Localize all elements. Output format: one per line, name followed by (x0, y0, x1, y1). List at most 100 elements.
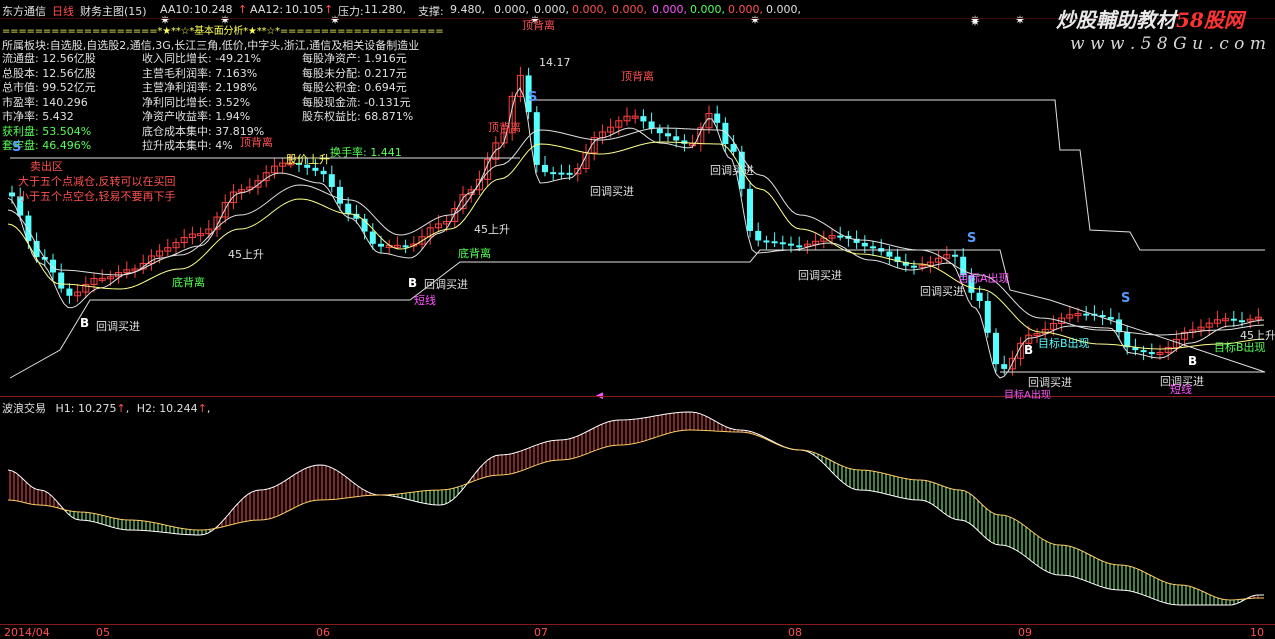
support-value-5: 0.000, (612, 3, 647, 16)
pullback-buy-2: 回调买进 (424, 278, 468, 291)
h1-arrow: ↑ (116, 402, 126, 415)
candle-body (837, 235, 844, 238)
candle-body (312, 167, 319, 171)
period-label[interactable]: 日线 (52, 3, 74, 19)
support-value-3: 0.000, (534, 3, 569, 16)
short-line-2: 短线 (1170, 383, 1192, 396)
advice-reduce: 大于五个点减仓,反转可以在买回 (18, 175, 176, 188)
fin-turnover: 换手率: 1.441 (330, 146, 402, 159)
sector-line: 所属板块:自选股,自选股2,通信,3G,长江三角,低价,中字头,浙江,通信及相关… (2, 39, 420, 52)
aa10-arrow: ↑ (238, 3, 248, 16)
watermark-url: w w w . 5 8 G u . c o m (1070, 34, 1266, 54)
candle-body (320, 170, 327, 175)
h2-label: H2: (136, 402, 156, 415)
watermark-title-b: 58股网 (1176, 8, 1244, 32)
ma-line-mid (7, 141, 1265, 350)
candle-body (870, 246, 876, 249)
candle-body (558, 172, 565, 175)
bottom-divergence-1: 底背离 (172, 276, 205, 289)
candle-body (66, 288, 73, 296)
signal-s-4: S (12, 140, 22, 155)
mark-sell-zone: 卖出区 (30, 160, 63, 173)
candle-body (9, 192, 15, 197)
xaxis-label-4: 08 (788, 626, 802, 639)
candle-body (984, 300, 991, 333)
pullback-buy-1: 回调买进 (96, 320, 140, 333)
fundamentals-col-1: 流通盘: 12.56亿股 总股本: 12.56亿股 总市值: 99.52亿元 市… (2, 52, 96, 154)
candle-body (665, 133, 671, 137)
candle-body (714, 113, 721, 123)
aa12-arrow: ↑ (324, 3, 334, 16)
support-value-4: 0.000, (572, 3, 607, 16)
candle-body (656, 128, 663, 134)
fin-undistributed: 每股未分配: 0.217元 (302, 66, 407, 80)
stock-name[interactable]: 东方通信 (2, 3, 46, 19)
support-value-9: 0.000, (766, 3, 801, 16)
fin-gross-margin: 主营毛利润率: 7.163% (142, 66, 258, 80)
candle-body (779, 242, 786, 245)
aa12-value: 10.105 (285, 3, 324, 16)
aa10-label: AA10: (160, 3, 194, 16)
signal-s-3: S (1121, 291, 1131, 306)
fin-reserve: 每股公积金: 0.694元 (302, 81, 407, 94)
indicator-name[interactable]: 财务主图(15) (80, 3, 147, 19)
target-a-1: 目标A出现 (958, 272, 1010, 285)
top-divergence-3: 顶背离 (488, 121, 521, 134)
h2-value: 10.244 (159, 402, 198, 415)
fin-net-margin: 主营净利润率: 2.198% (142, 81, 258, 94)
pullback-buy-3: 回调买进 (590, 185, 634, 198)
rise-45-1: 45上升 (228, 248, 264, 261)
signal-s-1: S (528, 90, 538, 105)
candle-body (788, 243, 794, 246)
candle-body (378, 243, 384, 247)
mark-stock-rise: 股价上升 (286, 153, 330, 166)
bottom-divergence-2: 底背离 (458, 247, 491, 260)
candle-body (796, 245, 803, 248)
aa12-label: AA12: (250, 3, 284, 16)
fin-cashflow: 每股现金流: -0.131元 (302, 95, 411, 109)
candle-body (542, 164, 548, 173)
candle-body (1124, 332, 1131, 348)
signal-s-2: S (967, 231, 977, 246)
candle-body (328, 174, 335, 187)
xaxis-label-0: 2014/04 (4, 626, 50, 639)
advice-empty: 小于五个点空仓,轻易不要再下手 (18, 190, 176, 203)
support-value-6: 0.000, (652, 3, 687, 16)
watermark-title-a: 炒股輔助教材 (1056, 8, 1176, 32)
support-value-7: 0.000, (690, 3, 725, 16)
target-b-1: 目标B出现 (1038, 337, 1090, 350)
h1-label: H1: (55, 402, 75, 415)
candle-body (1083, 313, 1090, 316)
target-a-2: 目标A出现 (1004, 390, 1051, 401)
candle-body (993, 332, 999, 365)
candle-body (976, 292, 983, 301)
candle-body (1140, 350, 1147, 353)
candle-body (1116, 319, 1122, 333)
candle-body (369, 231, 376, 244)
fin-float-shares: 流通盘: 12.56亿股 (2, 52, 96, 65)
xaxis-label-2: 06 (316, 626, 330, 639)
mark-top-fast: 顶背离 (240, 136, 273, 149)
indicator-panel-title: 波浪交易 H1: 10.275↑, H2: 10.244↑, (2, 402, 211, 415)
indicator-panel-name[interactable]: 波浪交易 (2, 402, 46, 415)
candle-body (566, 172, 573, 175)
main-panel-frame-bottom (0, 396, 1275, 397)
candle-body (747, 188, 753, 231)
xaxis-label-5: 09 (1018, 626, 1032, 639)
fin-pe: 市盈率: 140.296 (2, 95, 88, 109)
wave-line-h1 (7, 411, 1264, 606)
xaxis-label-1: 05 (96, 626, 110, 639)
fundamentals-banner: ===================*★**☆*基本面分析*★**☆*====… (2, 26, 444, 37)
fin-pb: 市净率: 5.432 (2, 110, 74, 123)
rise-45-2: 45上升 (474, 223, 510, 236)
price-high-label: 14.17 (539, 56, 571, 69)
xaxis-label-3: 07 (534, 626, 548, 639)
candle-body (755, 230, 762, 241)
candle-body (861, 242, 868, 247)
pressure-step-line (529, 99, 1265, 251)
support-label: 支撑: (418, 5, 444, 18)
pressure-label: 压力: (338, 5, 364, 18)
candle-body (640, 116, 647, 122)
top-divergence-1: 顶背离 (522, 19, 555, 32)
signal-b-3: B (1024, 343, 1034, 357)
